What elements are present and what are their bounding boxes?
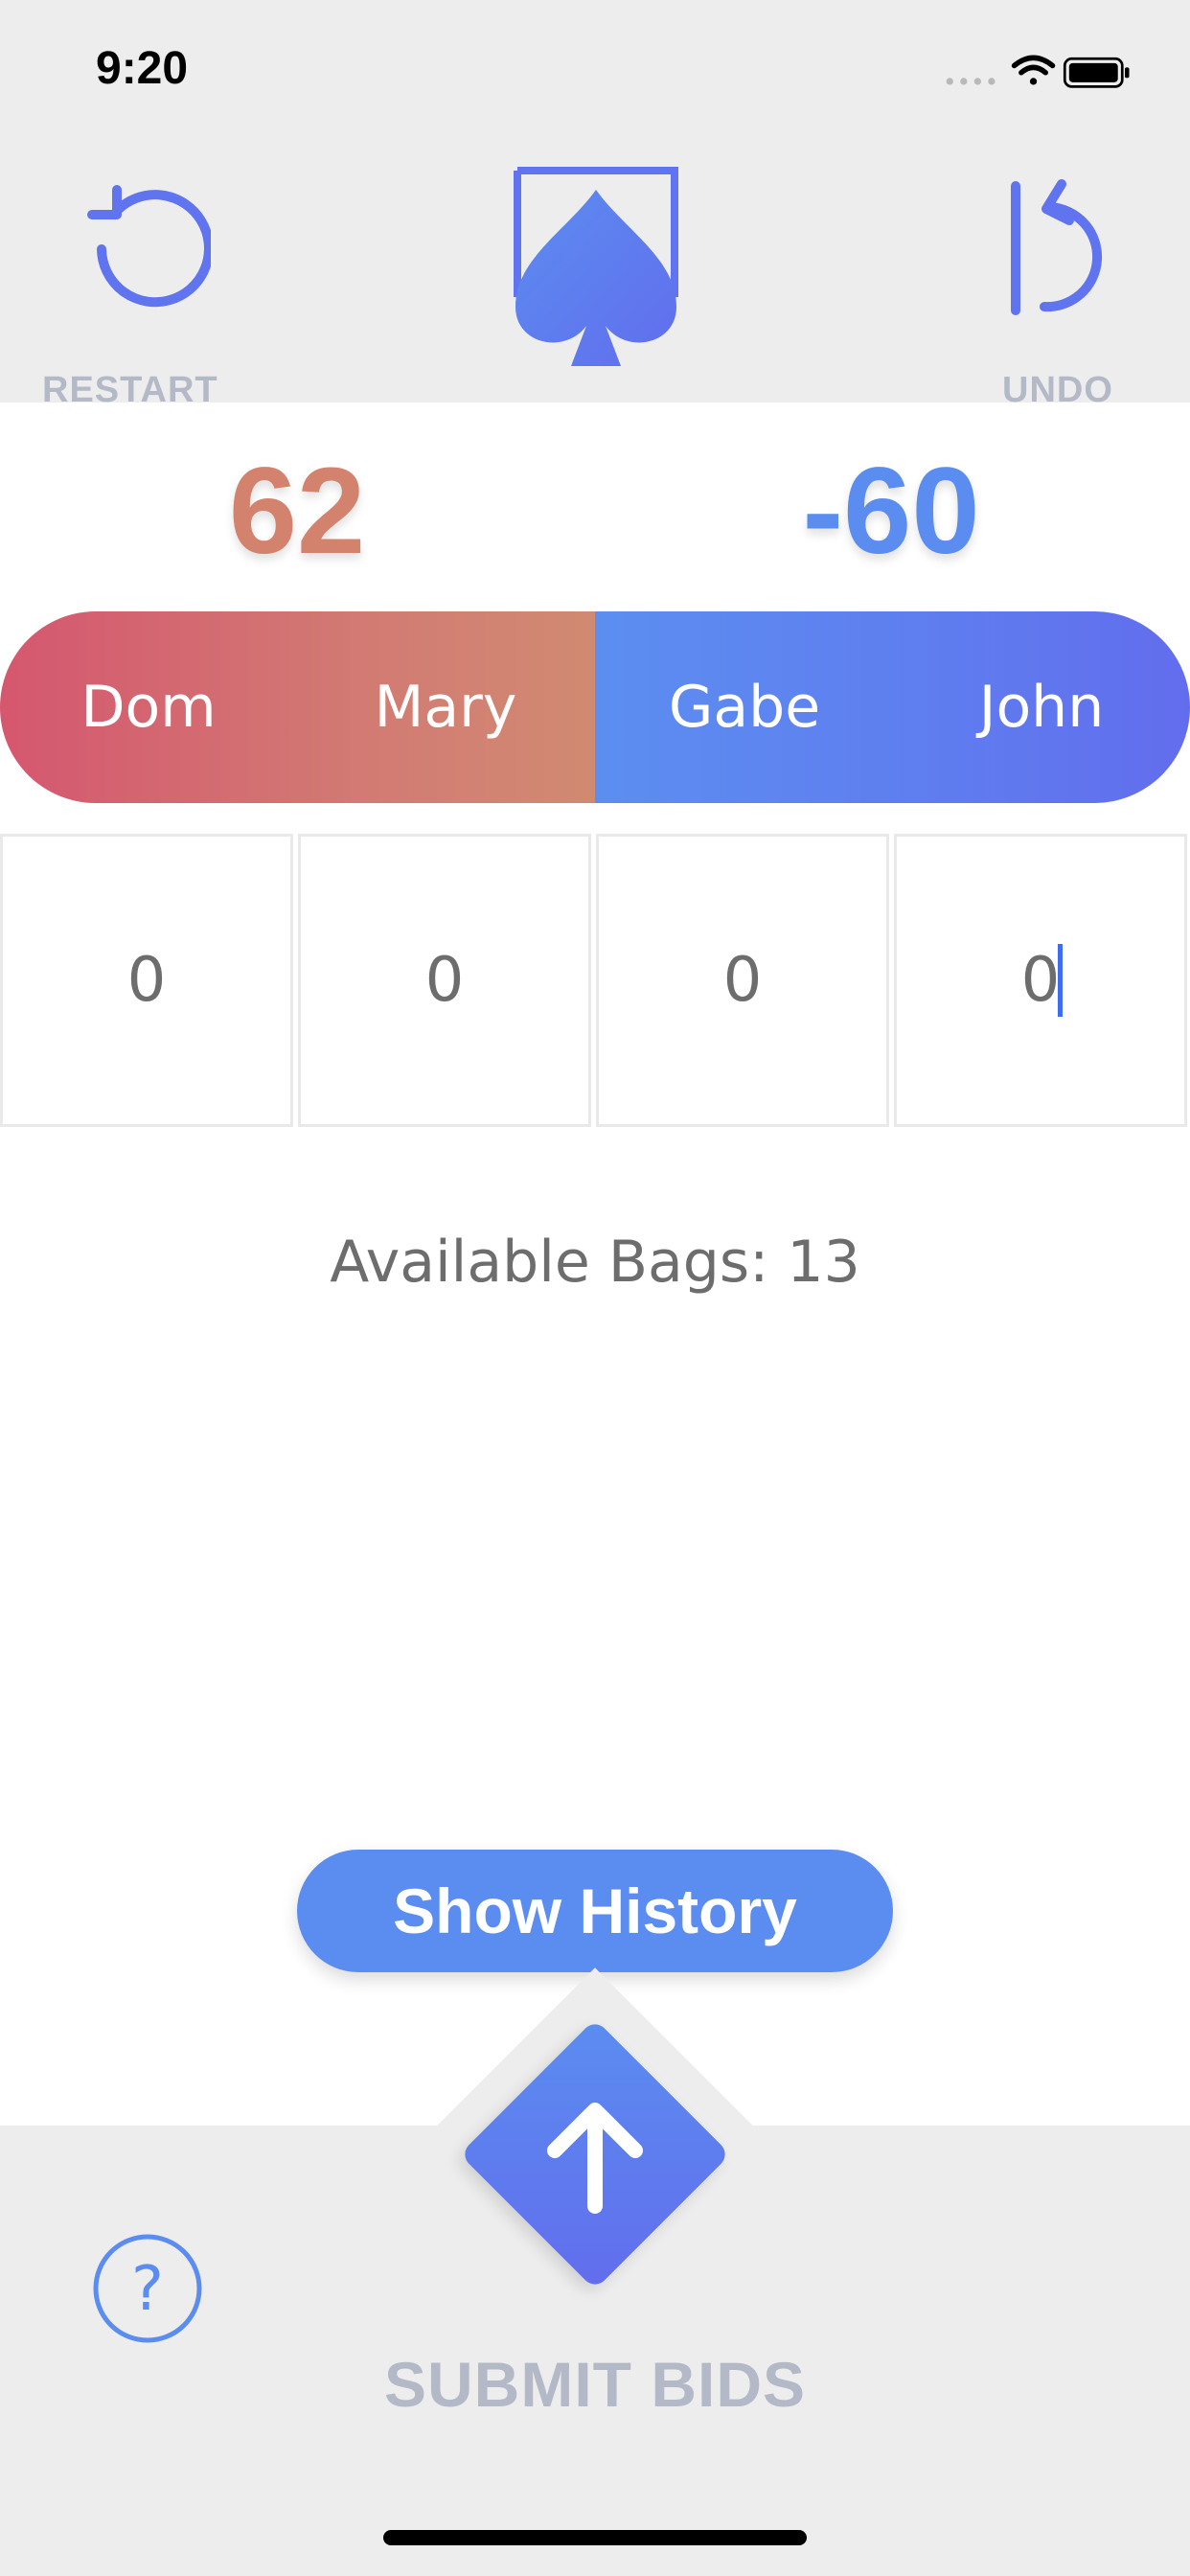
team-left-score: 62 bbox=[228, 443, 366, 580]
signal-icon bbox=[946, 78, 995, 85]
spade-logo-icon bbox=[514, 167, 678, 366]
undo-button[interactable]: UNDO bbox=[987, 179, 1159, 410]
bid-input[interactable]: 0 bbox=[894, 834, 1187, 1127]
bid-value: 0 bbox=[1020, 945, 1061, 1016]
wifi-icon bbox=[1011, 55, 1056, 85]
help-glyph: ? bbox=[131, 2254, 164, 2325]
bid-value: 0 bbox=[424, 945, 465, 1016]
restart-label: RESTART bbox=[42, 370, 218, 410]
bid-value: 0 bbox=[126, 945, 167, 1016]
restart-button[interactable]: RESTART bbox=[38, 182, 220, 410]
player-name[interactable]: Gabe bbox=[596, 611, 893, 803]
scoreboard: 62 -60 bbox=[0, 441, 1190, 580]
bid-inputs: 0 0 0 0 bbox=[0, 834, 1190, 1131]
arrow-up-icon bbox=[547, 2103, 643, 2214]
bid-input[interactable]: 0 bbox=[298, 834, 591, 1127]
bid-input[interactable]: 0 bbox=[596, 834, 889, 1127]
battery-icon bbox=[1063, 57, 1130, 88]
restart-icon bbox=[87, 185, 211, 308]
help-icon[interactable]: ? bbox=[92, 2233, 203, 2344]
player-name[interactable]: Mary bbox=[297, 611, 594, 803]
status-time: 9:20 bbox=[96, 43, 189, 94]
team-right-score: -60 bbox=[802, 443, 980, 580]
submit-bids-label[interactable]: SUBMIT BIDS bbox=[0, 2348, 1190, 2421]
status-icons bbox=[946, 55, 1130, 88]
status-bar: 9:20 bbox=[0, 0, 1190, 144]
player-name[interactable]: Dom bbox=[0, 611, 297, 803]
top-toolbar: RESTART UNDO bbox=[0, 144, 1190, 410]
home-indicator[interactable] bbox=[383, 2530, 807, 2545]
player-name[interactable]: John bbox=[893, 611, 1190, 803]
bid-input[interactable]: 0 bbox=[0, 834, 293, 1127]
undo-icon bbox=[1011, 179, 1103, 315]
available-bags: Available Bags: 13 bbox=[330, 1229, 860, 1296]
bid-value: 0 bbox=[722, 945, 763, 1016]
show-history-button[interactable]: Show History bbox=[297, 1850, 893, 1972]
team-banner: Dom Mary Gabe John bbox=[0, 611, 1190, 803]
text-caret bbox=[1058, 944, 1063, 1017]
undo-label: UNDO bbox=[1002, 370, 1113, 410]
